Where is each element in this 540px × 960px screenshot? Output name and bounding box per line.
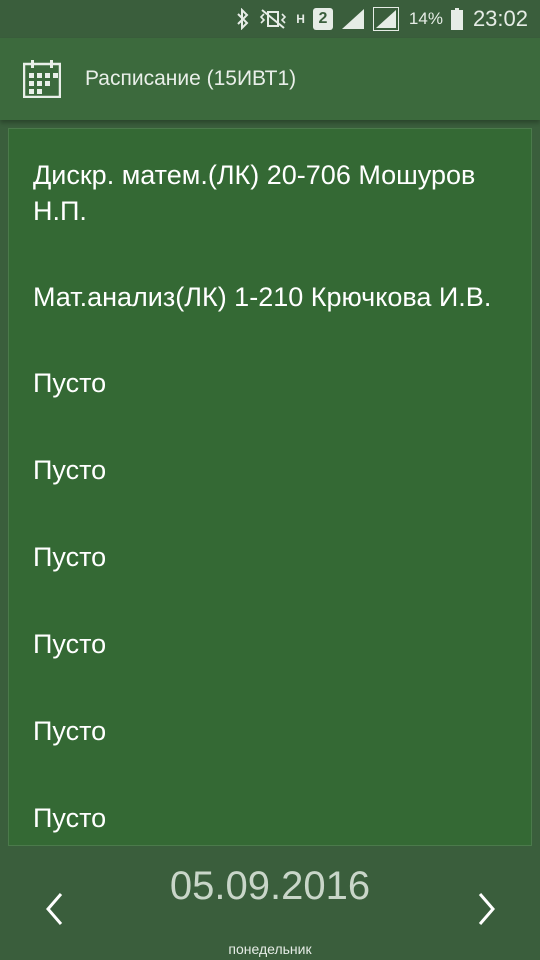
battery-percent: 14% [408, 9, 443, 28]
sim-badge: 2 [312, 8, 333, 30]
next-day-button[interactable] [467, 884, 507, 934]
clock: 23:02 [472, 6, 528, 31]
list-item[interactable]: Пусто [9, 800, 531, 836]
battery-icon [450, 8, 463, 30]
calendar-icon [22, 60, 62, 99]
list-item[interactable]: Пусто [9, 365, 531, 401]
status-bar: H 2 14% 23:02 [0, 0, 540, 38]
vibrate-mute-icon [258, 8, 288, 30]
data-h-icon: H [296, 11, 305, 26]
list-item[interactable]: Мат.анализ(ЛК) 1-210 Крючкова И.В. [9, 279, 531, 315]
date-label: 05.09.2016 [169, 864, 371, 908]
app-bar: Расписание (15ИВТ1) [0, 38, 540, 120]
signal-icon [341, 8, 365, 30]
list-item[interactable]: Пусто [9, 626, 531, 662]
schedule-list[interactable]: Дискр. матем.(ЛК) 20-706 Мошуров Н.П. Ма… [8, 128, 532, 846]
signal-2-icon [372, 7, 399, 31]
list-item[interactable]: Пусто [9, 452, 531, 488]
list-item[interactable]: Пусто [9, 539, 531, 575]
list-item[interactable]: Пусто [9, 713, 531, 749]
date-navigation: 05.09.2016 понедельник [0, 854, 540, 960]
list-item[interactable]: Дискр. матем.(ЛК) 20-706 Мошуров Н.П. [9, 129, 531, 229]
page-title: Расписание (15ИВТ1) [85, 67, 297, 90]
chevron-right-icon [478, 893, 495, 925]
bluetooth-icon [236, 8, 250, 30]
weekday-label: понедельник [228, 941, 312, 957]
